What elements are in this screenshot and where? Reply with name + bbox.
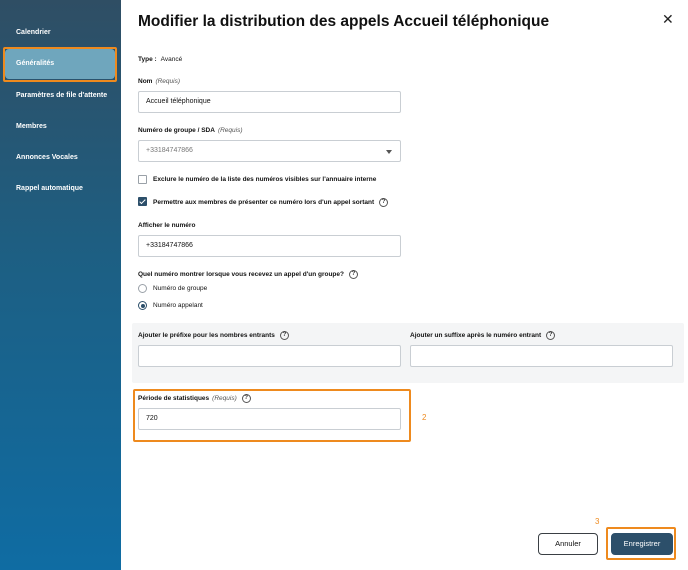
which-number-label: Quel numéro montrer lorsque vous recevez… bbox=[138, 271, 344, 279]
cancel-button[interactable]: Annuler bbox=[538, 533, 598, 555]
help-icon[interactable]: ? bbox=[348, 270, 358, 279]
help-icon[interactable]: ? bbox=[241, 394, 251, 403]
group-number-label: Numéro de groupe / SDA bbox=[138, 127, 215, 134]
group-number-select[interactable]: +33184747866 bbox=[138, 140, 401, 162]
prefix-label-row: Ajouter le préfixe pour les nombres entr… bbox=[138, 331, 289, 340]
prefix-input[interactable] bbox=[138, 345, 401, 367]
suffix-input[interactable] bbox=[410, 345, 673, 367]
help-icon[interactable]: ? bbox=[546, 331, 556, 340]
radio-numero-de-groupe[interactable] bbox=[138, 284, 147, 293]
sidebar-item-label: Généralités bbox=[16, 60, 55, 67]
exclude-label: Exclure le numéro de la liste des numéro… bbox=[153, 176, 377, 183]
radio-label-numero-de-groupe: Numéro de groupe bbox=[153, 285, 208, 292]
required-tag: (Requis) bbox=[155, 78, 181, 85]
which-number-row: Quel numéro montrer lorsque vous recevez… bbox=[138, 270, 358, 279]
sidebar-item-annonces-vocales[interactable]: Annonces Vocales bbox=[16, 154, 78, 161]
type-value: Avancé bbox=[160, 56, 183, 63]
radio-numero-appelant[interactable] bbox=[138, 301, 147, 310]
name-label-row: Nom (Requis) bbox=[138, 78, 180, 85]
type-label: Type : bbox=[138, 56, 157, 63]
required-tag: (Requis) bbox=[212, 395, 237, 403]
sidebar-item-generalites[interactable]: Généralités bbox=[5, 49, 115, 79]
allow-present-checkbox[interactable] bbox=[138, 197, 147, 206]
stats-period-label-row: Période de statistiques (Requis)? bbox=[138, 394, 251, 403]
page-title: Modifier la distribution des appels Accu… bbox=[138, 13, 550, 30]
group-number-label-row: Numéro de groupe / SDA (Requis) bbox=[138, 127, 243, 134]
sidebar-item-parametres-file-attente[interactable]: Paramètres de file d'attente bbox=[16, 92, 107, 99]
sidebar-item-calendrier[interactable]: Calendrier bbox=[16, 29, 51, 36]
annotation-marker-3: 3 bbox=[595, 517, 600, 526]
save-button[interactable]: Enregistrer bbox=[611, 533, 673, 555]
exclude-checkbox[interactable] bbox=[138, 175, 147, 184]
group-number-value: +33184747866 bbox=[146, 147, 193, 154]
allow-present-row: Permettre aux membres de présenter ce nu… bbox=[153, 198, 389, 207]
name-input[interactable]: Accueil téléphonique bbox=[138, 91, 401, 113]
display-number-label: Afficher le numéro bbox=[138, 222, 196, 229]
suffix-label-row: Ajouter un suffixe après le numéro entra… bbox=[410, 331, 556, 340]
dialog: Modifier la distribution des appels Accu… bbox=[121, 0, 688, 570]
chevron-down-icon bbox=[386, 150, 392, 154]
display-number-input[interactable]: +33184747866 bbox=[138, 235, 401, 257]
allow-present-label: Permettre aux membres de présenter ce nu… bbox=[153, 199, 375, 207]
suffix-label: Ajouter un suffixe après le numéro entra… bbox=[410, 332, 542, 340]
help-icon[interactable]: ? bbox=[379, 198, 389, 207]
radio-label-numero-appelant: Numéro appelant bbox=[153, 302, 203, 309]
required-tag: (Requis) bbox=[217, 127, 243, 134]
sidebar-item-membres[interactable]: Membres bbox=[16, 123, 47, 130]
help-icon[interactable]: ? bbox=[279, 331, 289, 340]
annotation-marker-2: 2 bbox=[422, 413, 427, 422]
name-label: Nom bbox=[138, 78, 153, 85]
sidebar: Calendrier Généralités Paramètres de fil… bbox=[0, 0, 121, 570]
stats-period-input[interactable]: 720 bbox=[138, 408, 401, 430]
stats-period-label: Période de statistiques bbox=[138, 395, 210, 403]
close-icon[interactable]: ✕ bbox=[662, 11, 674, 28]
type-row: Type : Avancé bbox=[138, 56, 182, 63]
prefix-label: Ajouter le préfixe pour les nombres entr… bbox=[138, 332, 275, 340]
sidebar-item-rappel-automatique[interactable]: Rappel automatique bbox=[16, 185, 83, 192]
